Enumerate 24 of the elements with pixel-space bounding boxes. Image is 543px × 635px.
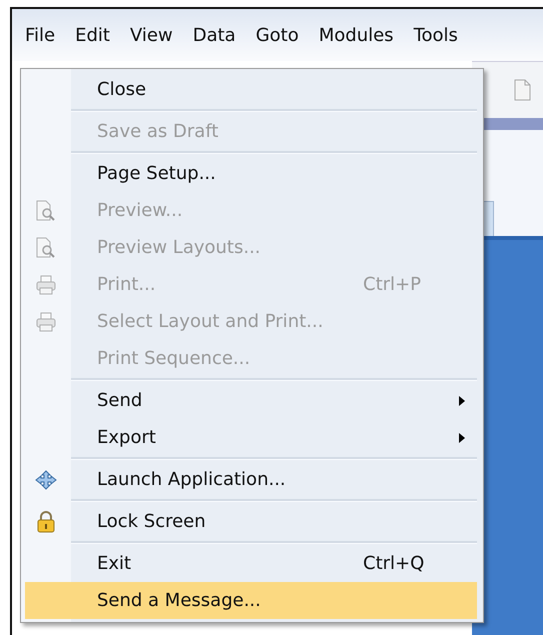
menu-bar-item[interactable]: Data <box>192 24 236 46</box>
menu-item[interactable]: Launch Application... <box>21 461 477 498</box>
printer-icon <box>36 312 56 332</box>
menu-item[interactable]: Lock Screen <box>21 503 477 540</box>
menu-bar-item[interactable]: View <box>130 24 173 46</box>
shortcut-text: Ctrl+Q <box>363 553 424 574</box>
menu-bar-item[interactable]: Modules <box>318 24 394 46</box>
menu-item[interactable]: Send a Message... <box>25 582 477 619</box>
menu-bar-item[interactable]: File <box>25 24 56 46</box>
menu-bar-item[interactable]: Goto <box>256 24 299 46</box>
menu-item[interactable]: Close <box>21 71 477 108</box>
shortcut-text: Ctrl+P <box>363 274 421 295</box>
magnifier-page-icon <box>36 236 56 258</box>
printer-icon <box>36 274 56 294</box>
menu-item[interactable]: Send <box>21 382 477 419</box>
menu-bar-item[interactable]: Tools <box>414 24 458 46</box>
four-arrows-icon <box>35 470 57 490</box>
menu-bar-item[interactable]: Edit <box>75 24 110 46</box>
menu-item[interactable]: Page Setup... <box>21 155 477 192</box>
padlock-icon <box>37 510 55 532</box>
menu-item[interactable]: Export <box>21 419 477 456</box>
menu-item[interactable]: Exit Ctrl+Q <box>21 545 477 582</box>
document-icon[interactable] <box>513 79 531 101</box>
magnifier-page-icon <box>36 200 56 222</box>
